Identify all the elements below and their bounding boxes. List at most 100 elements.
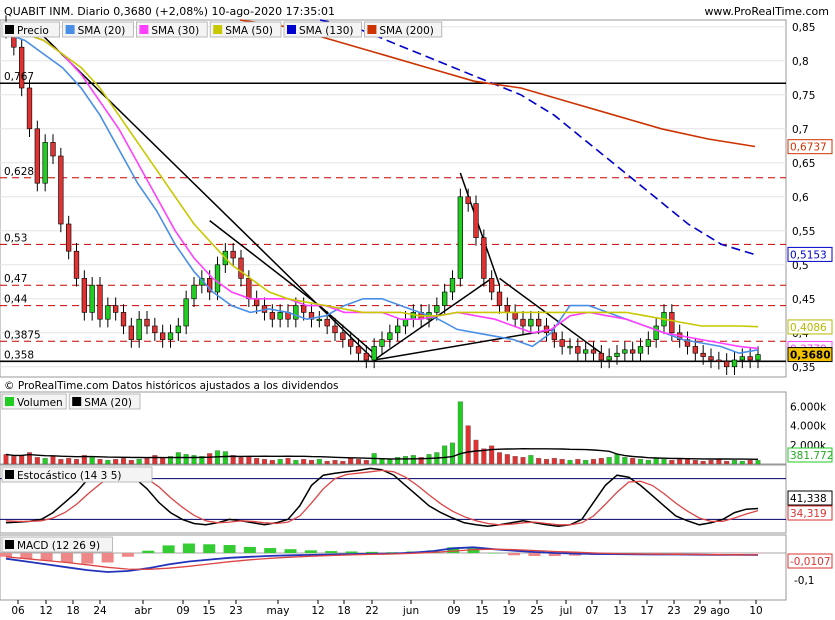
- volume-bar: [489, 445, 495, 465]
- volume-bar: [559, 459, 565, 465]
- volume-bar: [355, 459, 361, 465]
- volume-bar: [583, 460, 589, 465]
- macd-histogram-bar: [304, 550, 317, 553]
- candle-body: [504, 305, 510, 313]
- candle-body: [630, 349, 636, 354]
- volume-legend-swatch: [5, 397, 14, 406]
- macd-histogram-bar: [203, 544, 216, 553]
- legend-swatch: [65, 25, 75, 34]
- price-tick-label: 0,6: [792, 192, 809, 204]
- price-tick-label: 0,65: [792, 158, 815, 170]
- macd-histogram-bar: [670, 553, 683, 554]
- legend-label: Precio: [17, 25, 49, 37]
- legend-swatch: [5, 25, 14, 34]
- candle-body: [496, 291, 503, 306]
- site-label[interactable]: www.ProRealTime.com: [704, 5, 829, 18]
- date-tick-label: 10: [749, 605, 762, 617]
- candle-body: [520, 318, 526, 327]
- candle-body: [230, 250, 236, 259]
- volume-bar: [700, 460, 706, 465]
- candle-body: [559, 339, 565, 347]
- stoch-legend-swatch: [5, 470, 14, 479]
- volume-bar: [638, 459, 644, 465]
- volume-bar: [426, 454, 432, 465]
- date-tick-label: 13: [613, 605, 626, 617]
- volume-bar: [340, 460, 346, 465]
- candle-body: [66, 223, 72, 252]
- volume-bar: [669, 460, 675, 465]
- candle-body: [144, 318, 150, 327]
- level-label: 0,47: [4, 273, 27, 285]
- volume-bar: [254, 458, 260, 465]
- date-tick-label: 09: [176, 605, 189, 617]
- value-badge-text: 0,5153: [790, 249, 827, 261]
- candle-body: [583, 349, 589, 354]
- candle-body: [371, 346, 377, 361]
- volume-bar: [387, 459, 393, 465]
- macd-histogram-bar: [0, 553, 12, 557]
- stoch-badge-text: 34,319: [790, 508, 827, 520]
- volume-bar: [261, 459, 267, 465]
- macd-histogram-bar: [223, 545, 236, 553]
- date-tick-label: 18: [66, 605, 79, 617]
- candle-body: [700, 352, 706, 357]
- candle-body: [175, 325, 181, 334]
- volume-bar: [136, 459, 142, 465]
- candle-body: [551, 332, 557, 340]
- volume-bar: [575, 459, 581, 465]
- legend-label: SMA (20): [78, 25, 126, 37]
- price-legend: Precio SMA (20) SMA (30) SMA (50) SMA (130) S…: [1, 21, 443, 38]
- macd-histogram-bar: [60, 553, 73, 563]
- candle-body: [269, 312, 275, 320]
- volume-bar: [402, 456, 408, 465]
- candle-body: [191, 284, 197, 300]
- candle-body: [120, 312, 127, 327]
- candle-body: [58, 155, 64, 225]
- volume-bar: [473, 439, 479, 465]
- volume-bar: [316, 459, 322, 465]
- volume-bar: [34, 457, 40, 465]
- candle-body: [73, 250, 80, 279]
- volume-bar: [747, 460, 753, 465]
- price-tick-label: 0,55: [792, 226, 815, 238]
- volume-bar: [207, 453, 213, 465]
- macd-histogram-bar: [345, 551, 358, 553]
- volume-badge-text: 381.772: [790, 450, 833, 462]
- date-tick-label: abr: [134, 605, 152, 617]
- candle-body: [160, 332, 166, 340]
- candle-body: [645, 339, 651, 347]
- date-tick-label: 22: [365, 605, 378, 617]
- value-badge-text: 0,6737: [790, 142, 827, 154]
- volume-legend-swatch: [72, 397, 82, 406]
- date-tick-label: 29: [693, 605, 706, 617]
- volume-bar: [308, 460, 314, 465]
- candle-body: [457, 196, 463, 279]
- price-tick-label: 0,45: [792, 294, 815, 306]
- macd-histogram-bar: [182, 543, 195, 553]
- candle-body: [42, 142, 48, 184]
- volume-bar: [285, 458, 291, 465]
- candle-body: [739, 356, 745, 361]
- candle-body: [614, 352, 620, 357]
- macd-histogram-bar: [711, 553, 724, 554]
- candle-body: [301, 305, 307, 313]
- volume-bar: [66, 458, 72, 465]
- macd-tick-label: -0,1: [794, 575, 815, 587]
- macd-histogram-bar: [121, 553, 134, 557]
- volume-bar: [113, 459, 119, 465]
- value-badge-text: 0,4086: [790, 322, 827, 334]
- volume-bar: [661, 459, 667, 465]
- volume-tick-label: 6.000k: [790, 401, 827, 413]
- volume-bar: [277, 459, 283, 465]
- stoch-legend-label: Estocástico (14 3 5): [17, 470, 121, 482]
- candle-body: [26, 87, 33, 130]
- candle-body: [575, 346, 581, 354]
- candle-body: [246, 278, 252, 300]
- macd-histogram-bar: [101, 553, 114, 563]
- volume-bar: [677, 459, 683, 465]
- candle-body: [183, 298, 189, 327]
- legend-label: SMA (50): [225, 25, 273, 37]
- candle-body: [590, 349, 597, 354]
- price-tick-label: 0,35: [792, 362, 815, 374]
- volume-bar: [332, 460, 338, 465]
